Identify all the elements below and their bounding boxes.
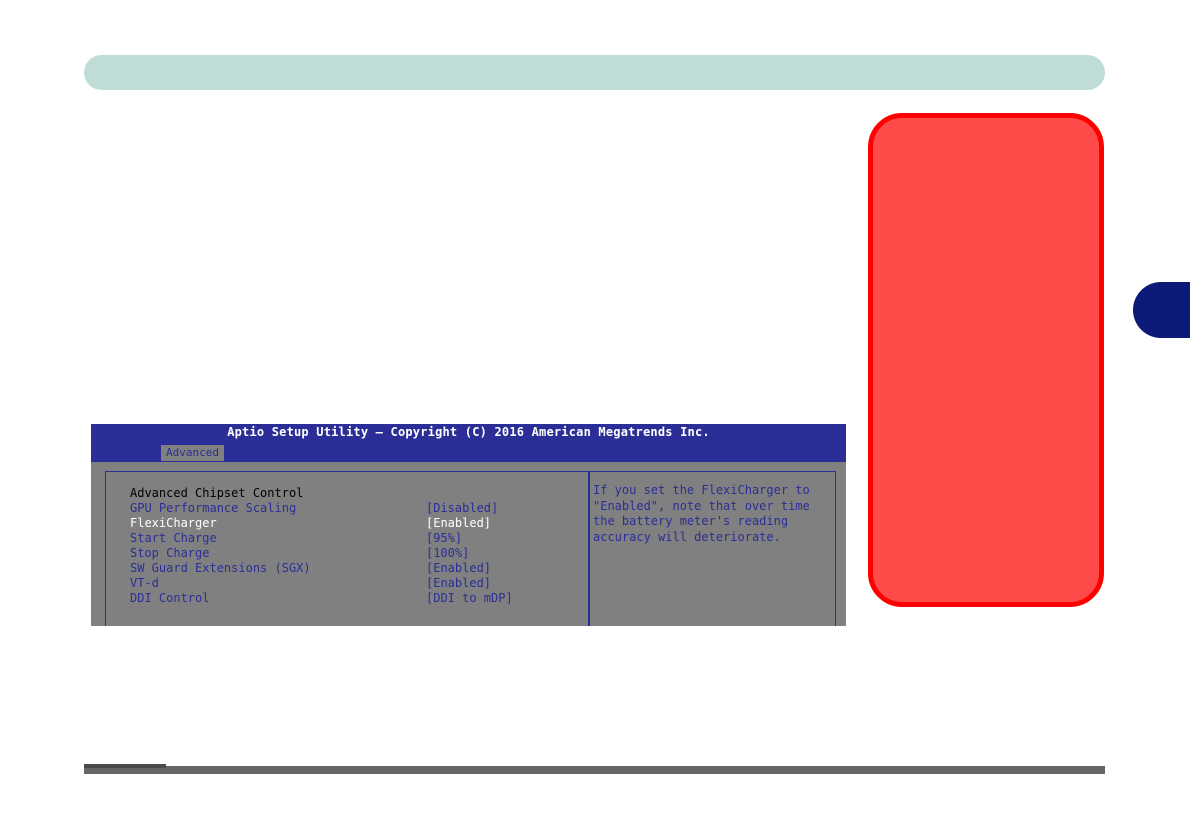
setting-vt-d[interactable]: VT-d [Enabled] xyxy=(130,576,570,591)
setting-label: Stop Charge xyxy=(130,546,210,560)
bios-title: Aptio Setup Utility – Copyright (C) 2016… xyxy=(227,425,710,439)
setting-label: SW Guard Extensions (SGX) xyxy=(130,561,311,575)
section-heading: Advanced Chipset Control xyxy=(130,486,304,500)
setting-value[interactable]: [100%] xyxy=(426,546,469,561)
setting-value[interactable]: [DDI to mDP] xyxy=(426,591,513,606)
setting-label: GPU Performance Scaling xyxy=(130,501,297,515)
setting-gpu-performance-scaling[interactable]: GPU Performance Scaling [Disabled] xyxy=(130,501,570,516)
setting-stop-charge[interactable]: Stop Charge [100%] xyxy=(130,546,570,561)
setting-sw-guard-extensions[interactable]: SW Guard Extensions (SGX) [Enabled] xyxy=(130,561,570,576)
bios-main-panel: Advanced Chipset Control GPU Performance… xyxy=(105,471,590,626)
bios-title-bar: Aptio Setup Utility – Copyright (C) 2016… xyxy=(91,424,846,462)
setting-label: FlexiCharger xyxy=(130,516,217,530)
page-header-bar xyxy=(84,55,1105,90)
setting-ddi-control[interactable]: DDI Control [DDI to mDP] xyxy=(130,591,570,606)
bios-help-panel: If you set the FlexiCharger to "Enabled"… xyxy=(588,471,836,626)
help-text: If you set the FlexiCharger to "Enabled"… xyxy=(593,483,810,544)
setting-value[interactable]: [Enabled] xyxy=(426,516,491,531)
tab-advanced[interactable]: Advanced xyxy=(161,445,224,461)
setting-value[interactable]: [Disabled] xyxy=(426,501,498,516)
setting-flexicharger[interactable]: FlexiCharger [Enabled] xyxy=(130,516,570,531)
setting-value[interactable]: [95%] xyxy=(426,531,462,546)
chapter-tab xyxy=(1133,282,1190,338)
page-footer-rule xyxy=(84,764,1105,774)
setting-label: DDI Control xyxy=(130,591,210,605)
setting-label: Start Charge xyxy=(130,531,217,545)
setting-start-charge[interactable]: Start Charge [95%] xyxy=(130,531,570,546)
setting-label: VT-d xyxy=(130,576,159,590)
sidebar-note-box xyxy=(868,113,1104,607)
setting-value[interactable]: [Enabled] xyxy=(426,576,491,591)
setting-value[interactable]: [Enabled] xyxy=(426,561,491,576)
bios-setup-screenshot: Aptio Setup Utility – Copyright (C) 2016… xyxy=(91,424,846,626)
